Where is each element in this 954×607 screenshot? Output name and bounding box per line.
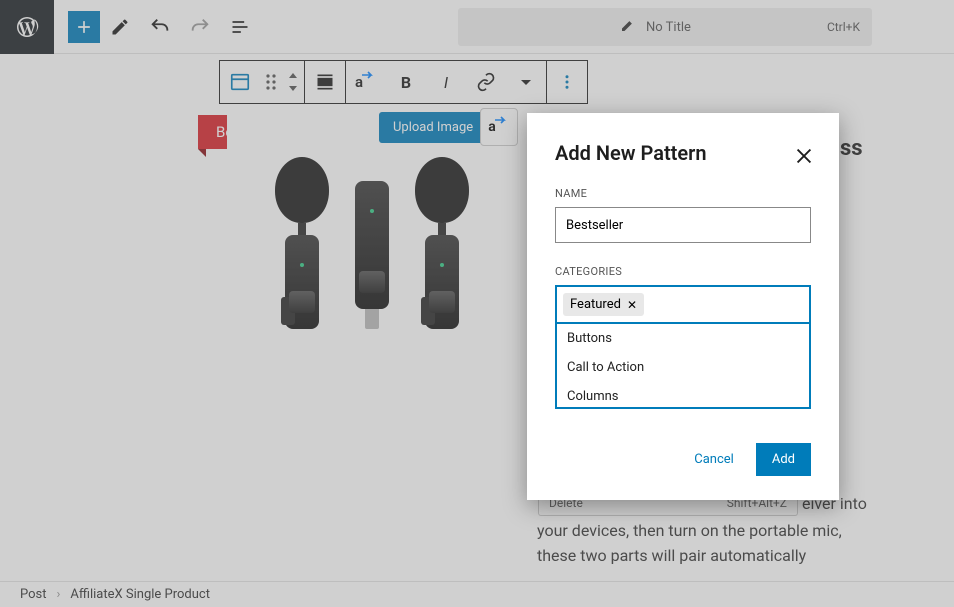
breadcrumb-root[interactable]: Post <box>20 587 47 602</box>
cancel-label: Cancel <box>694 452 734 467</box>
product-image <box>227 108 517 378</box>
editor-topbar: No Title Ctrl+K <box>0 0 954 54</box>
post-title-field[interactable]: No Title Ctrl+K <box>458 8 872 46</box>
remove-token-icon[interactable]: ✕ <box>627 298 637 312</box>
more-rich-text-icon[interactable] <box>506 61 546 103</box>
category-token: Featured ✕ <box>563 293 644 316</box>
drag-handle-icon[interactable] <box>260 61 282 103</box>
edit-icon[interactable] <box>100 7 140 47</box>
category-option[interactable]: Buttons <box>557 324 809 353</box>
amazon-chip-button[interactable]: a <box>480 108 518 146</box>
amazon-text-icon[interactable]: a <box>346 61 386 103</box>
add-button[interactable]: Add <box>756 443 811 476</box>
categories-dropdown: Buttons Call to Action Columns <box>555 324 811 409</box>
categories-field-label: Categories <box>555 265 811 278</box>
close-icon[interactable] <box>793 145 815 171</box>
block-type-icon[interactable] <box>220 61 260 103</box>
upload-image-label: Upload Image <box>393 120 473 135</box>
breadcrumb-separator: › <box>57 587 61 602</box>
product-description-fragment: your devices, then turn on the portable … <box>537 519 867 569</box>
italic-button[interactable]: I <box>426 61 466 103</box>
block-toolbar: a B I <box>219 60 588 104</box>
undo-icon[interactable] <box>140 7 180 47</box>
pen-icon <box>620 17 636 37</box>
align-icon[interactable] <box>305 61 345 103</box>
link-icon[interactable] <box>466 61 506 103</box>
add-pattern-modal: Add New Pattern Name Categories Featured… <box>527 113 839 500</box>
post-title-placeholder: No Title <box>646 20 691 35</box>
cancel-button[interactable]: Cancel <box>684 444 744 475</box>
move-updown-icon[interactable] <box>282 61 304 103</box>
title-shortcut: Ctrl+K <box>827 20 860 34</box>
title-fragment: ss <box>840 136 863 161</box>
block-options-icon[interactable] <box>547 61 587 103</box>
redo-icon[interactable] <box>180 7 220 47</box>
category-token-label: Featured <box>570 297 621 312</box>
bold-button[interactable]: B <box>386 61 426 103</box>
upload-image-button[interactable]: Upload Image <box>379 112 487 143</box>
category-option[interactable]: Columns <box>557 382 809 409</box>
pattern-name-input[interactable] <box>555 207 811 243</box>
category-option[interactable]: Call to Action <box>557 353 809 382</box>
name-field-label: Name <box>555 187 811 200</box>
modal-title: Add New Pattern <box>555 141 811 165</box>
categories-token-input[interactable]: Featured ✕ <box>555 285 811 324</box>
wordpress-logo[interactable] <box>0 0 54 54</box>
breadcrumb: Post › AffiliateX Single Product <box>0 581 954 607</box>
add-label: Add <box>772 452 795 467</box>
breadcrumb-current[interactable]: AffiliateX Single Product <box>70 587 210 602</box>
document-outline-icon[interactable] <box>220 7 260 47</box>
add-block-button[interactable] <box>68 11 100 43</box>
